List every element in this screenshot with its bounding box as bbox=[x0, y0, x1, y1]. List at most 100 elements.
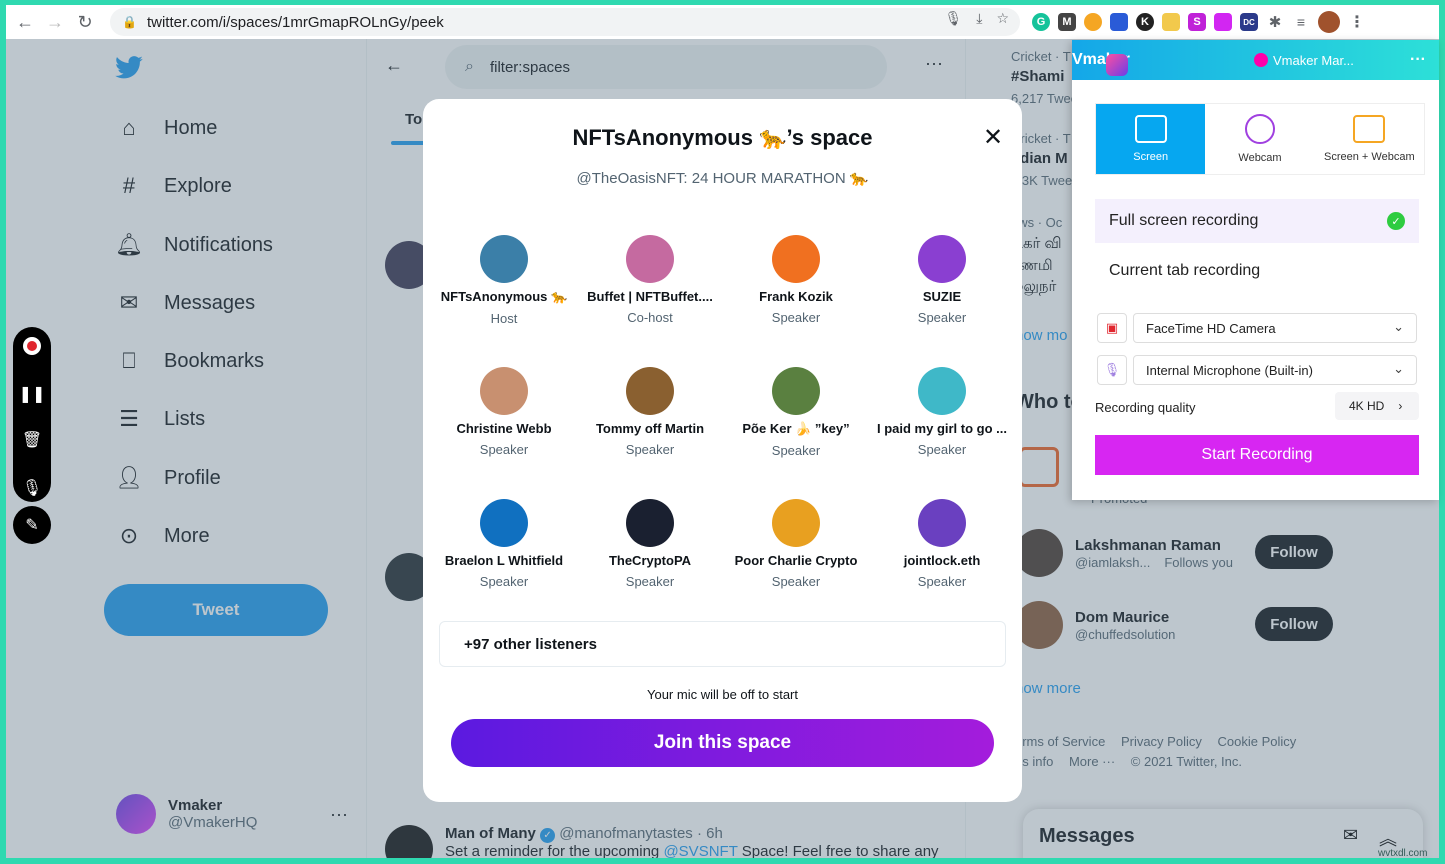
camera-off-icon[interactable]: ▣ bbox=[1097, 313, 1127, 343]
microphone-select[interactable]: Internal Microphone (Built-in) ⌄ bbox=[1133, 355, 1417, 385]
forward-icon[interactable]: → bbox=[40, 7, 70, 37]
camera-selector: ▣ FaceTime HD Camera ⌄ bbox=[1097, 313, 1417, 343]
participant-role: Speaker bbox=[479, 574, 529, 589]
participant-role: Speaker bbox=[771, 310, 821, 325]
avatar bbox=[772, 499, 820, 547]
camera-select[interactable]: FaceTime HD Camera ⌄ bbox=[1133, 313, 1417, 343]
mic-icon[interactable]: 🎙 bbox=[944, 10, 962, 27]
participant-name: Poor Charlie Crypto bbox=[734, 553, 858, 568]
close-icon[interactable]: ✕ bbox=[983, 123, 1003, 152]
tab-webcam[interactable]: Webcam bbox=[1205, 104, 1314, 174]
vmaker-menu-icon[interactable]: ··· bbox=[1410, 51, 1426, 69]
install-icon[interactable]: ⤓ bbox=[976, 10, 982, 27]
microphone-icon[interactable]: 🎙︎ bbox=[1097, 355, 1127, 385]
vmaker-panel: Vmaker Vmaker Mar... ··· Screen Webcam S… bbox=[1072, 40, 1439, 500]
participant-role: Speaker bbox=[771, 443, 821, 458]
avatar bbox=[772, 367, 820, 415]
participant-name: Christine Webb bbox=[456, 421, 552, 436]
avatar bbox=[918, 367, 966, 415]
participant-name: SUZIE bbox=[922, 289, 962, 304]
participant[interactable]: jointlock.eth Speaker bbox=[869, 499, 1015, 589]
quality-select[interactable]: 4K HD › bbox=[1335, 392, 1419, 420]
participant-name: Braelon L Whitfield bbox=[444, 553, 564, 568]
reload-icon[interactable]: ↻ bbox=[70, 7, 100, 37]
avatar bbox=[918, 235, 966, 283]
participant-role: Speaker bbox=[917, 310, 967, 325]
listeners-count[interactable]: +97 other listeners bbox=[439, 621, 1006, 667]
recording-toolbar: ❚❚ 🗑︎ 🎙︎ bbox=[13, 327, 51, 502]
quality-label: Recording quality bbox=[1095, 400, 1196, 415]
profile-avatar[interactable] bbox=[1318, 11, 1340, 33]
browser-toolbar: ← → ↻ 🔒 twitter.com/i/spaces/1mrGmapROLn… bbox=[6, 5, 1439, 39]
recording-quality: Recording quality 4K HD › bbox=[1095, 392, 1419, 420]
avatar bbox=[480, 499, 528, 547]
vmaker-logo-icon bbox=[1106, 54, 1128, 76]
extension-s-icon[interactable]: S bbox=[1188, 13, 1206, 31]
screen-icon bbox=[1134, 115, 1167, 143]
start-recording-button[interactable]: Start Recording bbox=[1095, 435, 1419, 475]
avatar bbox=[772, 235, 820, 283]
participant[interactable]: Tommy off Martin Speaker bbox=[577, 367, 723, 457]
grammarly-icon[interactable]: G bbox=[1032, 13, 1050, 31]
mic-note: Your mic will be off to start bbox=[646, 687, 798, 702]
participant-name: jointlock.eth bbox=[903, 553, 981, 568]
participant[interactable]: Braelon L Whitfield Speaker bbox=[431, 499, 577, 589]
trash-icon[interactable]: 🗑︎ bbox=[13, 421, 51, 459]
star-icon[interactable]: ☆ bbox=[996, 10, 1009, 27]
extension-orange-icon[interactable] bbox=[1084, 13, 1102, 31]
participant[interactable]: Poor Charlie Crypto Speaker bbox=[723, 499, 869, 589]
vmaker-extension-icon[interactable] bbox=[1214, 13, 1232, 31]
media-icon[interactable]: ≡ bbox=[1292, 13, 1310, 31]
extension-notes-icon[interactable] bbox=[1162, 13, 1180, 31]
tab-screen[interactable]: Screen bbox=[1096, 104, 1206, 174]
full-screen-option[interactable]: Full screen recording ✓ bbox=[1095, 199, 1419, 243]
extension-dc-icon[interactable]: DC bbox=[1240, 13, 1258, 31]
participant-name: TheCryptoPA bbox=[608, 553, 692, 568]
participant-name: Buffet | NFTBuffet.... bbox=[587, 289, 713, 304]
lock-icon: 🔒 bbox=[122, 15, 137, 29]
back-icon[interactable]: ← bbox=[10, 7, 40, 37]
participant-name: Tommy off Martin bbox=[595, 421, 705, 436]
puzzle-icon[interactable]: ✱ bbox=[1266, 13, 1284, 31]
avatar bbox=[918, 499, 966, 547]
gmail-icon[interactable]: M bbox=[1058, 13, 1076, 31]
participant[interactable]: NFTsAnonymous 🐆 Host bbox=[431, 235, 577, 326]
space-modal: NFTsAnonymous 🐆’s space @TheOasisNFT: 24… bbox=[423, 99, 1022, 802]
pause-icon[interactable]: ❚❚ bbox=[13, 375, 51, 413]
participant[interactable]: SUZIE Speaker bbox=[869, 235, 1015, 325]
join-space-button[interactable]: Join this space bbox=[451, 719, 994, 767]
current-tab-option[interactable]: Current tab recording bbox=[1095, 249, 1419, 293]
participant-role: Speaker bbox=[625, 442, 675, 457]
participant-name: Frank Kozik bbox=[759, 289, 833, 304]
participant[interactable]: Frank Kozik Speaker bbox=[723, 235, 869, 325]
address-bar[interactable]: 🔒 twitter.com/i/spaces/1mrGmapROLnGy/pee… bbox=[110, 8, 1020, 36]
chevron-down-icon: ⌄ bbox=[1393, 361, 1404, 376]
participant-role: Co-host bbox=[627, 310, 673, 325]
microphone-icon[interactable]: 🎙︎ bbox=[13, 469, 51, 507]
extension-k-icon[interactable]: K bbox=[1136, 13, 1154, 31]
webcam-icon bbox=[1244, 114, 1275, 144]
participant-role: Speaker bbox=[479, 442, 529, 457]
space-title: NFTsAnonymous 🐆’s space bbox=[572, 125, 873, 150]
participant[interactable]: Buffet | NFTBuffet.... Co-host bbox=[577, 235, 723, 325]
vmaker-account[interactable]: Vmaker Mar... bbox=[1254, 53, 1354, 68]
chevron-down-icon: ⌄ bbox=[1393, 319, 1404, 334]
participant-role: Speaker bbox=[771, 574, 821, 589]
participant-name: I paid my girl to go ... bbox=[876, 421, 1007, 436]
url-text: twitter.com/i/spaces/1mrGmapROLnGy/peek bbox=[146, 13, 444, 31]
tab-screen-webcam[interactable]: Screen + Webcam bbox=[1315, 104, 1424, 174]
browser-menu-icon[interactable]: ⋮ bbox=[1348, 13, 1366, 31]
participant[interactable]: Põe Ker 🍌 ”key” Speaker bbox=[723, 367, 869, 458]
avatar bbox=[480, 235, 528, 283]
participant[interactable]: I paid my girl to go ... Speaker bbox=[869, 367, 1015, 457]
participant[interactable]: Christine Webb Speaker bbox=[431, 367, 577, 457]
participant[interactable]: TheCryptoPA Speaker bbox=[577, 499, 723, 589]
record-button[interactable] bbox=[13, 327, 51, 365]
avatar bbox=[626, 235, 674, 283]
microphone-selector: 🎙︎ Internal Microphone (Built-in) ⌄ bbox=[1097, 355, 1417, 385]
avatar bbox=[626, 499, 674, 547]
extension-blue-icon[interactable] bbox=[1110, 13, 1128, 31]
space-subtitle: @TheOasisNFT: 24 HOUR MARATHON 🐆 bbox=[576, 170, 869, 187]
pen-icon[interactable]: ✎ bbox=[13, 506, 51, 544]
vmaker-mode-tabs: Screen Webcam Screen + Webcam bbox=[1095, 103, 1425, 175]
